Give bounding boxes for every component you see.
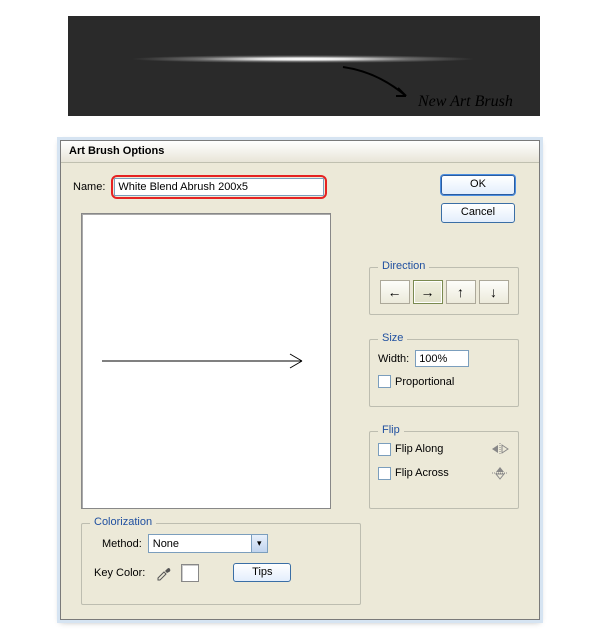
colorization-title: Colorization bbox=[90, 516, 156, 528]
direction-title: Direction bbox=[378, 260, 429, 272]
brush-direction-preview bbox=[81, 213, 331, 509]
direction-left-button[interactable]: ← bbox=[380, 280, 410, 304]
ok-button[interactable]: OK bbox=[441, 175, 515, 195]
name-input-highlight bbox=[111, 175, 327, 199]
direction-up-button[interactable]: ↑ bbox=[446, 280, 476, 304]
direction-right-button[interactable]: → bbox=[413, 280, 443, 304]
tips-button[interactable]: Tips bbox=[233, 563, 291, 582]
method-select[interactable]: None ▾ bbox=[148, 534, 268, 553]
proportional-checkbox[interactable] bbox=[378, 375, 391, 388]
proportional-label: Proportional bbox=[395, 376, 454, 388]
chevron-down-icon: ▾ bbox=[251, 535, 267, 552]
flip-across-icon bbox=[490, 466, 510, 480]
method-value: None bbox=[153, 538, 179, 550]
name-input[interactable] bbox=[114, 178, 324, 196]
preview-direction-arrow bbox=[102, 351, 312, 371]
method-label: Method: bbox=[102, 538, 142, 550]
dialog-titlebar: Art Brush Options bbox=[61, 141, 539, 163]
flip-along-label: Flip Along bbox=[395, 443, 443, 455]
annotation-arrow bbox=[338, 62, 418, 106]
flip-title: Flip bbox=[378, 424, 404, 436]
size-fieldset: Size Width: Proportional bbox=[369, 339, 519, 407]
flip-along-checkbox[interactable] bbox=[378, 443, 391, 456]
flip-across-label: Flip Across bbox=[395, 467, 449, 479]
direction-down-button[interactable]: ↓ bbox=[479, 280, 509, 304]
size-title: Size bbox=[378, 332, 407, 344]
annotation-text: New Art Brush bbox=[418, 93, 513, 111]
brush-preview-panel: New Art Brush bbox=[68, 16, 540, 116]
width-input[interactable] bbox=[415, 350, 469, 367]
art-brush-options-dialog: Art Brush Options Name: OK Cancel Direct… bbox=[60, 140, 540, 620]
brush-streak bbox=[88, 54, 518, 64]
dialog-content: Name: OK Cancel Direction ← → ↑ ↓ S bbox=[61, 163, 539, 221]
keycolor-label: Key Color: bbox=[94, 567, 145, 579]
flip-fieldset: Flip Flip Along Flip Across bbox=[369, 431, 519, 509]
width-label: Width: bbox=[378, 353, 409, 365]
colorization-fieldset: Colorization Method: None ▾ Key Color: T… bbox=[81, 523, 361, 605]
name-label: Name: bbox=[73, 181, 105, 193]
flip-along-icon bbox=[490, 442, 510, 456]
direction-fieldset: Direction ← → ↑ ↓ bbox=[369, 267, 519, 315]
cancel-button[interactable]: Cancel bbox=[441, 203, 515, 223]
flip-across-checkbox[interactable] bbox=[378, 467, 391, 480]
eyedropper-icon[interactable] bbox=[155, 565, 171, 581]
keycolor-swatch[interactable] bbox=[181, 564, 199, 582]
